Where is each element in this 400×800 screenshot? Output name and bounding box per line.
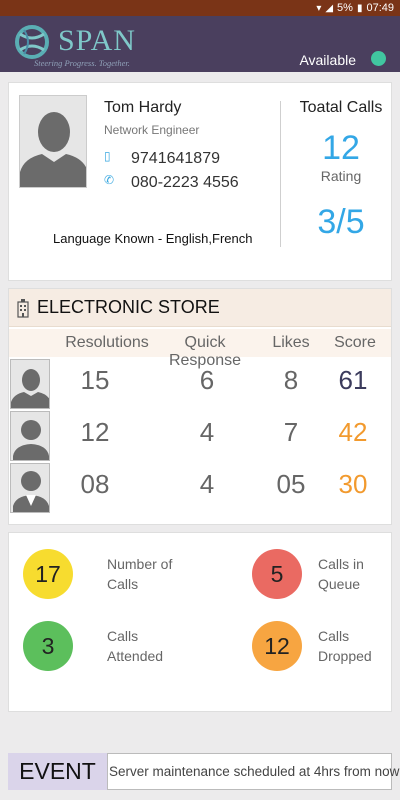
resolutions-value: 12 (80, 417, 110, 447)
rating-value: 3/5 (317, 203, 365, 241)
wifi-icon: ▾ (316, 2, 322, 14)
calls-attended-label: Calls Attended (107, 628, 164, 664)
logo-text: SPAN (58, 24, 136, 57)
logo-tagline: Steering Progress. Together. (34, 58, 130, 68)
agent-name: Tom Hardy (104, 99, 182, 116)
person-icon (13, 420, 49, 460)
likes-value: 05 (276, 469, 306, 499)
table-row[interactable]: 15 6 8 61 (9, 357, 391, 409)
calls-queue-badge: 5 (252, 549, 302, 599)
landline-number[interactable]: 080-2223 4556 (131, 174, 239, 192)
quick-response-value: 4 (199, 417, 215, 447)
calls-dropped-label: Calls Dropped (318, 628, 372, 664)
store-icon (17, 299, 29, 318)
span-logo: SPAN Steering Progress. Together. (10, 22, 140, 68)
total-calls-value: 12 (322, 129, 360, 167)
mobile-number[interactable]: 9741641879 (131, 150, 220, 168)
person-icon (11, 369, 49, 408)
table-row[interactable]: 08 4 05 30 (9, 461, 391, 513)
event-message[interactable]: Server maintenance scheduled at 4hrs fro… (107, 753, 399, 790)
app-header: SPAN Steering Progress. Together. Availa… (0, 16, 400, 72)
col-likes: Likes (272, 334, 310, 351)
resolutions-value: 15 (80, 365, 110, 395)
battery-icon: ▮ (356, 2, 363, 14)
col-resolutions: Resolutions (65, 334, 149, 351)
likes-value: 7 (283, 417, 299, 447)
availability-toggle[interactable] (371, 51, 386, 66)
mobile-icon: ▯ (104, 149, 111, 163)
table-header: Resolutions Quick Response Likes Score (9, 329, 391, 369)
person-icon (13, 471, 49, 512)
resolutions-value: 08 (80, 469, 110, 499)
store-title: ELECTRONIC STORE (37, 297, 220, 317)
store-leaderboard: ELECTRONIC STORE Resolutions Quick Respo… (8, 288, 392, 525)
calls-queue-label: Calls in Queue (318, 556, 364, 592)
languages-known: Language Known - English,French (53, 231, 253, 246)
avatar (10, 359, 50, 409)
phone-icon: ✆ (104, 173, 115, 187)
avatar (10, 463, 50, 513)
battery-level: 5% (337, 2, 353, 14)
avatar (10, 411, 50, 461)
score-value: 42 (338, 417, 368, 447)
clock: 07:49 (366, 2, 394, 14)
event-label: EVENT (8, 753, 107, 790)
store-header: ELECTRONIC STORE (9, 289, 391, 327)
signal-icon: ◢ (325, 2, 334, 14)
calls-count-label: Number of Calls (107, 556, 173, 592)
table-row[interactable]: 12 4 7 42 (9, 409, 391, 461)
quick-response-value: 4 (199, 469, 215, 499)
call-stats-card: 17 Number of Calls 5 Calls in Queue 3 Ca… (8, 532, 392, 712)
total-calls-title: Toatal Calls (299, 99, 383, 116)
status-bar: ▾ ◢ 5% ▮ 07:49 (0, 0, 400, 16)
avatar (19, 95, 87, 188)
agent-role: Network Engineer (104, 123, 200, 137)
calls-count-badge: 17 (23, 549, 73, 599)
score-value: 61 (338, 365, 368, 395)
rating-label: Rating (320, 168, 362, 184)
logo-mark-icon (15, 25, 49, 59)
divider (280, 101, 281, 247)
col-score: Score (334, 334, 376, 351)
calls-attended-badge: 3 (23, 621, 73, 671)
likes-value: 8 (283, 365, 299, 395)
quick-response-value: 6 (199, 365, 215, 395)
availability-label: Available (299, 52, 356, 68)
score-value: 30 (338, 469, 368, 499)
calls-dropped-badge: 12 (252, 621, 302, 671)
person-icon (20, 112, 86, 187)
profile-card: Tom Hardy Network Engineer ▯ 9741641879 … (8, 82, 392, 281)
